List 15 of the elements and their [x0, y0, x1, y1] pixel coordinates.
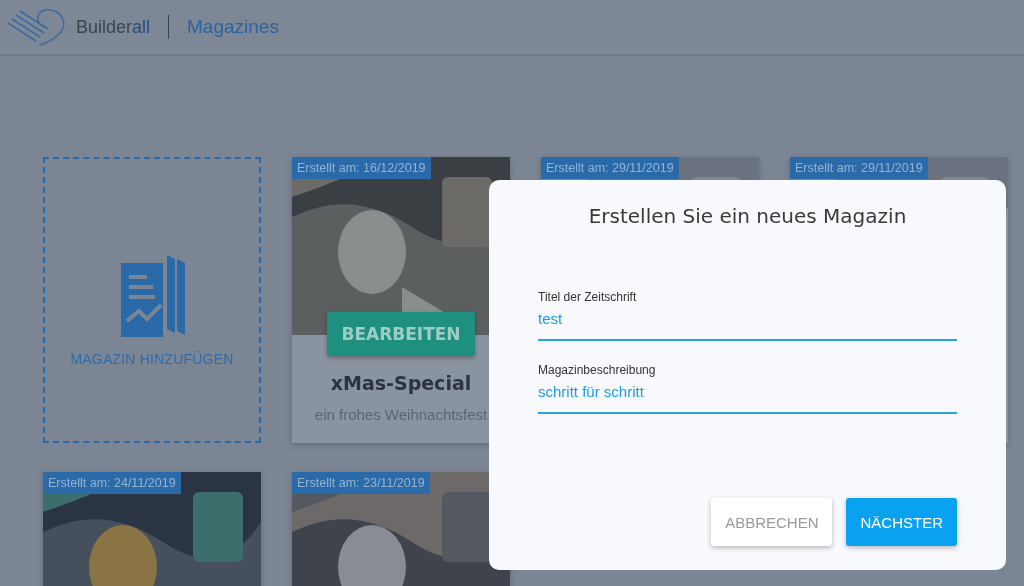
- text-field[interactable]: Magazinbeschreibung schritt für schritt: [538, 363, 957, 414]
- next-button[interactable]: NÄCHSTER: [846, 498, 957, 546]
- dialog-title: Erstellen Sie ein neues Magazin: [587, 204, 908, 228]
- edit-button[interactable]: BEARBEITEN: [327, 312, 475, 356]
- date-badge: Erstellt am: 23/11/2019: [292, 472, 430, 494]
- date-badge: Erstellt am: 29/11/2019: [790, 157, 928, 179]
- section-title: Magazines: [187, 16, 279, 38]
- magazine-title: xMas-Special: [330, 372, 472, 394]
- date-badge: Erstellt am: 24/11/2019: [43, 472, 181, 494]
- date-badge: Erstellt am: 16/12/2019: [292, 157, 431, 179]
- brand-name: Builderall: [76, 16, 151, 38]
- cancel-button[interactable]: ABBRECHEN: [711, 498, 833, 546]
- text-field[interactable]: Titel der Zeitschrift test: [538, 290, 957, 341]
- date-badge: Erstellt am: 29/11/2019: [541, 157, 679, 179]
- add-magazine-label[interactable]: MAGAZIN HINZUFÜGEN: [70, 351, 234, 367]
